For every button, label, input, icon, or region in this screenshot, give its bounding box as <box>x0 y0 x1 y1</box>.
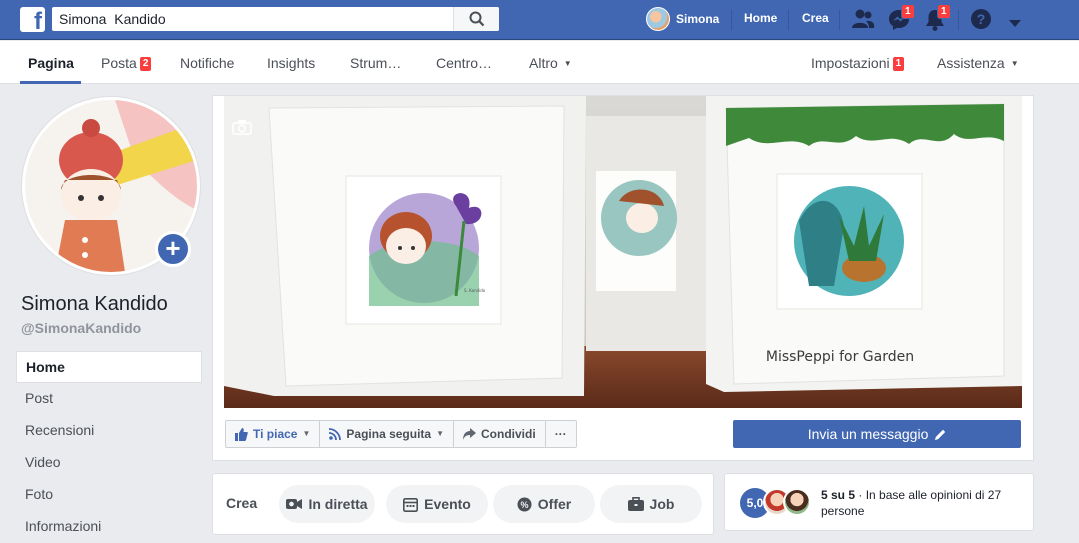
notifications-badge: 1 <box>937 4 951 19</box>
divider <box>788 10 789 30</box>
pencil-icon <box>935 429 946 440</box>
settings-label: Impostazioni <box>811 55 890 71</box>
reviewer-avatar <box>783 488 811 516</box>
search-input[interactable] <box>52 7 447 31</box>
avatar <box>646 7 670 31</box>
help-label: Assistenza <box>937 55 1005 71</box>
messenger-icon[interactable]: 1 <box>887 4 915 37</box>
active-tab-indicator <box>20 81 81 84</box>
create-link[interactable]: Crea <box>802 11 829 25</box>
caret-down-icon: ▼ <box>563 59 572 68</box>
create-label: Crea <box>226 495 258 511</box>
sidebar-item-post[interactable]: Post <box>16 383 202 415</box>
create-event-label: Evento <box>424 496 471 512</box>
page-title: Simona Kandido <box>21 293 168 315</box>
caret-down-icon: ▼ <box>302 429 311 438</box>
sidebar-item-informazioni[interactable]: Informazioni <box>16 511 202 543</box>
live-video-icon <box>286 499 303 509</box>
friend-requests-icon[interactable] <box>851 8 875 35</box>
create-offer-label: Offer <box>537 496 572 512</box>
calendar-icon <box>403 497 419 512</box>
tab-altro[interactable]: Altro ▼ <box>529 55 572 71</box>
offer-icon: % <box>517 497 532 511</box>
thumbs-up-icon <box>235 427 248 441</box>
posta-badge: 2 <box>139 57 152 71</box>
share-label: Condividi <box>481 427 536 441</box>
search-button[interactable] <box>453 7 499 31</box>
following-button[interactable]: Pagina seguita ▼ <box>320 421 455 447</box>
go-live-button[interactable]: In diretta <box>279 485 375 523</box>
home-link[interactable]: Home <box>744 11 777 25</box>
page-username[interactable]: @SimonaKandido <box>21 320 141 336</box>
following-label: Pagina seguita <box>346 427 432 441</box>
sidebar-item-foto[interactable]: Foto <box>16 479 202 511</box>
cover-signature: S. Kandido <box>464 288 486 293</box>
settings-link[interactable]: Impostazioni 1 <box>811 55 905 71</box>
search-box <box>52 7 499 31</box>
send-message-button[interactable]: Invia un messaggio <box>733 420 1021 448</box>
help-link[interactable]: Assistenza ▼ <box>937 55 1019 71</box>
divider <box>958 10 959 30</box>
cover-photo[interactable]: MissPeppi for Garden S. Kandido <box>224 96 1022 408</box>
chevron-down-icon[interactable] <box>1009 15 1021 33</box>
tab-notifiche[interactable]: Notifiche <box>180 55 234 71</box>
cover-caption: MissPeppi for Garden <box>766 349 914 365</box>
cover-illustration: MissPeppi for Garden S. Kandido <box>224 96 1022 408</box>
rss-icon <box>329 428 342 440</box>
profile-link[interactable]: Simona <box>646 7 719 31</box>
like-label: Ti piace <box>253 427 298 441</box>
divider <box>839 10 840 30</box>
tab-posta[interactable]: Posta 2 <box>101 55 152 71</box>
go-live-label: In diretta <box>308 496 368 512</box>
like-button[interactable]: Ti piace ▼ <box>226 421 321 447</box>
caret-down-icon: ▼ <box>436 429 445 438</box>
create-job-label: Job <box>649 496 675 512</box>
svg-text:%: % <box>520 500 528 510</box>
caret-down-icon: ▼ <box>1010 59 1019 68</box>
page-navigation: Pagina Posta 2 Notifiche Insights Strum… … <box>0 41 1079 84</box>
create-job-button[interactable]: Job <box>600 485 702 523</box>
facebook-logo-icon[interactable]: f <box>20 7 45 32</box>
rating-card[interactable]: 5,0 5 su 5 · In base alle opinioni di 27… <box>724 473 1034 531</box>
messenger-badge: 1 <box>901 4 915 19</box>
search-icon <box>469 11 485 27</box>
tab-centro[interactable]: Centro… <box>436 55 492 71</box>
page-actions: Ti piace ▼ Pagina seguita ▼ Condividi ··… <box>225 420 577 448</box>
rating-separator: · <box>855 488 866 502</box>
settings-badge: 1 <box>892 57 905 71</box>
left-navigation: Home Post Recensioni Video Foto Informaz… <box>16 351 202 543</box>
create-offer-button[interactable]: % Offer <box>493 485 595 523</box>
camera-icon[interactable] <box>232 119 252 140</box>
create-card: Crea In diretta Evento % Offer Job <box>212 473 714 535</box>
sidebar-item-video[interactable]: Video <box>16 447 202 479</box>
notifications-icon[interactable]: 1 <box>924 4 951 37</box>
sidebar-item-recensioni[interactable]: Recensioni <box>16 415 202 447</box>
divider <box>731 10 732 30</box>
more-button[interactable]: ··· <box>546 421 576 447</box>
top-bar: f Simona Home Crea 1 1 ? <box>0 0 1079 40</box>
sidebar-item-home[interactable]: Home <box>16 351 202 383</box>
rating-summary: 5 su 5 · In base alle opinioni di 27 per… <box>821 487 1021 519</box>
add-profile-photo-button[interactable]: + <box>155 231 191 267</box>
tab-pagina[interactable]: Pagina <box>28 55 74 71</box>
tab-insights[interactable]: Insights <box>267 55 315 71</box>
rating-headline: 5 su 5 <box>821 488 856 502</box>
share-icon <box>463 428 477 440</box>
briefcase-icon <box>627 497 644 511</box>
share-button[interactable]: Condividi <box>454 421 546 447</box>
send-message-label: Invia un messaggio <box>807 426 929 442</box>
create-event-button[interactable]: Evento <box>386 485 488 523</box>
svg-text:?: ? <box>977 11 986 27</box>
help-icon[interactable]: ? <box>970 8 992 35</box>
user-name: Simona <box>676 12 720 26</box>
tab-strumenti[interactable]: Strum… <box>350 55 401 71</box>
tab-altro-label: Altro <box>529 55 558 71</box>
tab-posta-label: Posta <box>101 55 137 71</box>
